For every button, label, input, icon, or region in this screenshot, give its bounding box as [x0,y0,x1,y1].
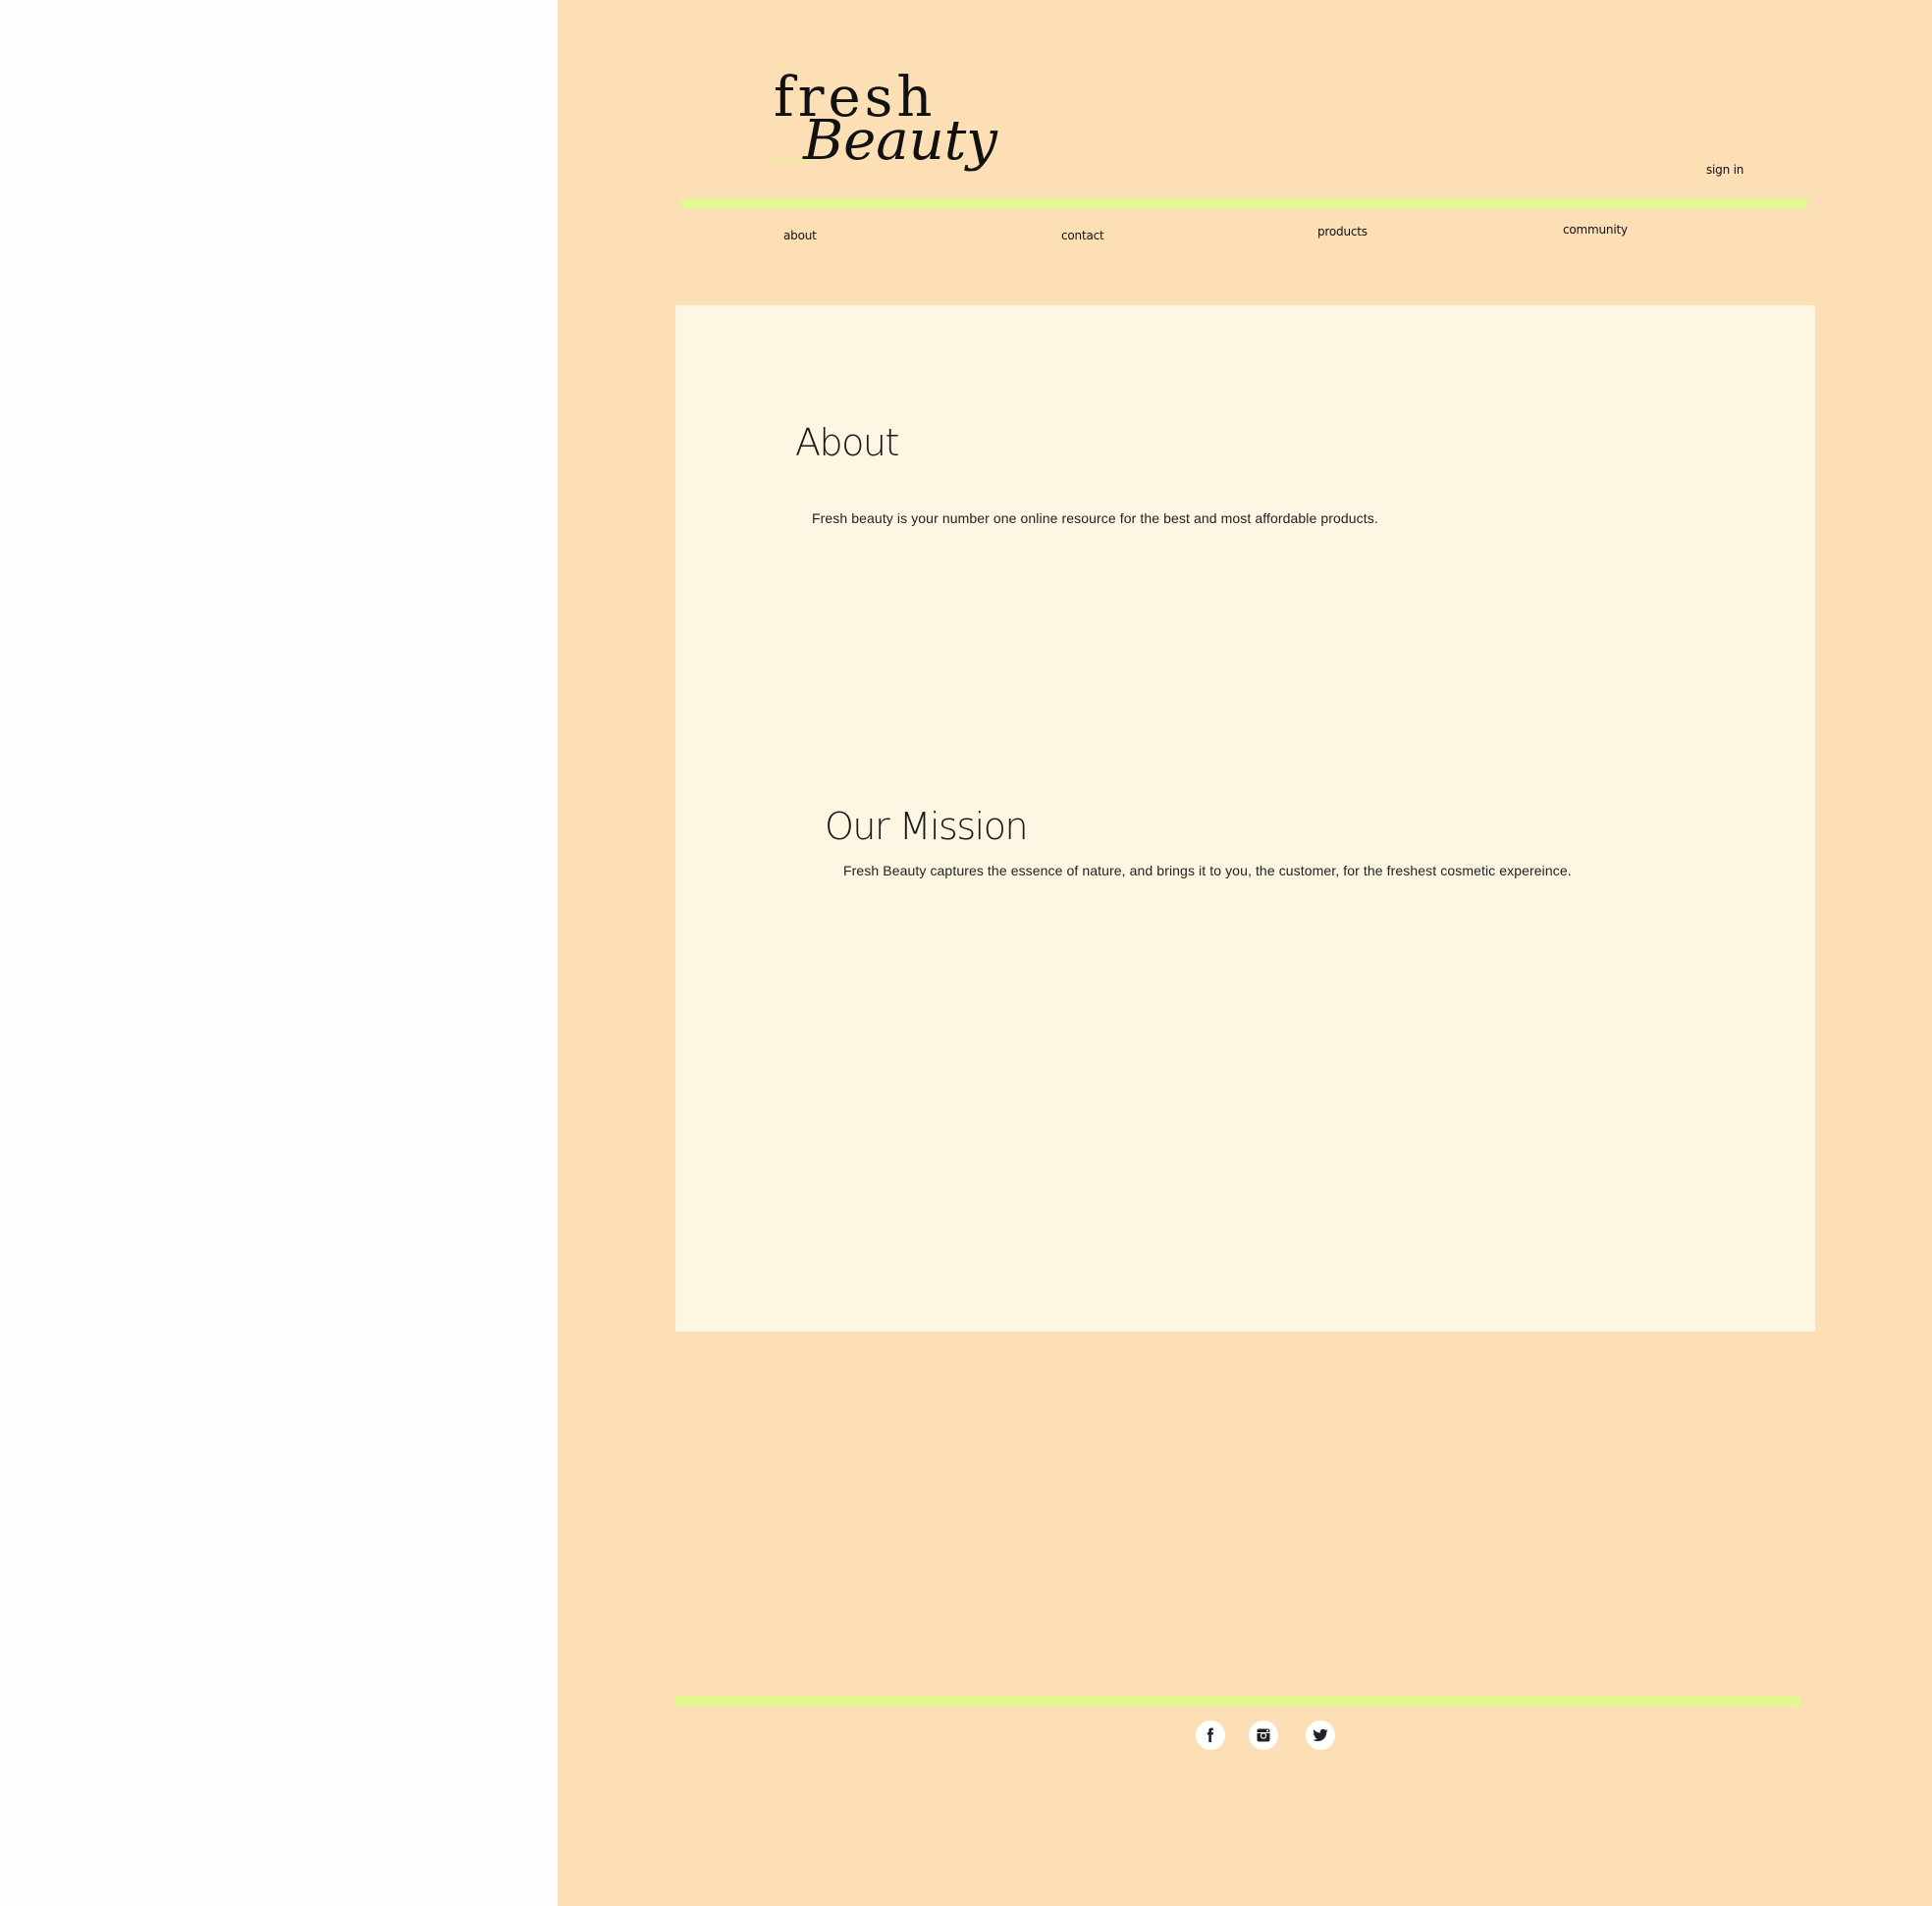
twitter-button[interactable] [1306,1721,1335,1750]
left-blank-area [0,0,558,1906]
facebook-button[interactable] [1196,1721,1225,1750]
logo-graphic: fresh Beauty [774,66,998,173]
facebook-icon [1207,1727,1213,1742]
nav-item-community[interactable]: community [1563,223,1628,237]
site-canvas: fresh Beauty sign in about contact produ… [558,0,1932,1906]
about-text: Fresh beauty is your number one online r… [812,510,1378,526]
brand-logo[interactable]: fresh Beauty [774,66,1009,194]
nav-item-products[interactable]: products [1317,225,1368,238]
mission-text: Fresh Beauty captures the essence of nat… [843,863,1572,878]
footer-divider [675,1696,1800,1706]
about-heading: About [795,421,899,464]
signin-link[interactable]: sign in [1706,163,1744,177]
instagram-icon [1257,1728,1270,1742]
nav-item-about[interactable]: about [783,229,817,242]
twitter-icon [1313,1728,1328,1742]
logo-line-beauty: Beauty [802,109,998,173]
instagram-button[interactable] [1249,1721,1278,1750]
content-panel: About Fresh beauty is your number one on… [675,305,1815,1332]
page: fresh Beauty sign in about contact produ… [0,0,1932,1906]
header-divider [680,198,1807,208]
mission-heading: Our Mission [825,805,1029,848]
nav-item-contact[interactable]: contact [1061,229,1104,242]
